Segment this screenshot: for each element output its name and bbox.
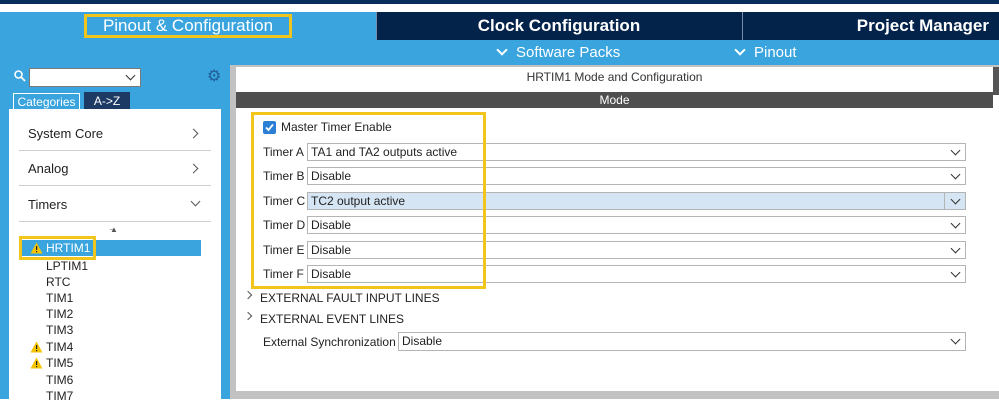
category-analog[interactable]: Analog bbox=[19, 152, 211, 186]
tab-project-label: Project Manager bbox=[856, 16, 989, 35]
main-tab-bar: Pinout & Configuration Clock Configurati… bbox=[0, 12, 999, 40]
chevron-down-icon bbox=[734, 44, 746, 56]
category-timers[interactable]: Timers bbox=[19, 188, 211, 222]
section-external-fault-input-lines[interactable]: EXTERNAL FAULT INPUT LINES bbox=[260, 291, 440, 305]
search-combo-value bbox=[30, 71, 33, 85]
timer-settings-highlight-box bbox=[251, 112, 486, 289]
chevron-down-icon bbox=[950, 218, 961, 229]
list-item-rtc[interactable]: RTC bbox=[46, 274, 70, 290]
chevron-down-icon bbox=[950, 169, 961, 180]
tab-a-to-z[interactable]: A->Z bbox=[84, 92, 130, 109]
chevron-down-icon bbox=[950, 145, 961, 156]
list-item-tim3[interactable]: TIM3 bbox=[46, 322, 73, 338]
tab-pinout-configuration[interactable]: Pinout & Configuration bbox=[0, 12, 376, 40]
list-item-lptim1[interactable]: LPTIM1 bbox=[46, 258, 88, 274]
tab-pinout-highlight: Pinout & Configuration bbox=[83, 14, 293, 38]
chevron-down-icon bbox=[950, 267, 961, 278]
hrtim1-highlight-box bbox=[19, 236, 96, 260]
pinout-menu-label: Pinout bbox=[754, 44, 797, 61]
mode-header: Mode bbox=[236, 92, 993, 108]
chevron-down-icon bbox=[950, 194, 961, 205]
sort-up-icon[interactable]: ▲ ‾ bbox=[110, 226, 118, 238]
chevron-right-icon bbox=[188, 128, 199, 139]
external-sync-label: External Synchronization bbox=[263, 335, 396, 349]
list-item-tim4[interactable]: TIM4 bbox=[46, 339, 73, 355]
list-item-tim6[interactable]: TIM6 bbox=[46, 372, 73, 388]
list-item-tim7[interactable]: TIM7 bbox=[46, 388, 73, 404]
category-label: System Core bbox=[28, 126, 104, 141]
section-external-event-lines[interactable]: EXTERNAL EVENT LINES bbox=[260, 312, 404, 326]
list-item-tim5[interactable]: TIM5 bbox=[46, 355, 73, 371]
tab-pinout-label: Pinout & Configuration bbox=[102, 16, 274, 35]
search-combo[interactable] bbox=[29, 68, 141, 87]
chevron-down-icon bbox=[190, 196, 201, 207]
category-system-core[interactable]: System Core bbox=[19, 117, 211, 151]
left-scrollbar[interactable] bbox=[221, 109, 230, 399]
list-item-tim2[interactable]: TIM2 bbox=[46, 306, 73, 322]
search-icon[interactable] bbox=[14, 70, 26, 82]
sub-toolbar: Software Packs Pinout bbox=[0, 40, 999, 65]
chevron-down-icon bbox=[496, 44, 508, 56]
category-label: Timers bbox=[28, 197, 68, 212]
right-scrollbar-thumb[interactable] bbox=[993, 67, 999, 95]
external-sync-value: Disable bbox=[402, 334, 443, 348]
chevron-down-icon bbox=[125, 70, 136, 81]
gear-icon[interactable]: ⚙ bbox=[207, 69, 223, 85]
pinout-menu[interactable]: Pinout bbox=[734, 40, 797, 65]
top-strip bbox=[0, 0, 999, 12]
warning-icon bbox=[30, 357, 43, 369]
list-item-tim1[interactable]: TIM1 bbox=[46, 290, 73, 306]
software-packs-label: Software Packs bbox=[516, 44, 621, 61]
tab-clock-configuration[interactable]: Clock Configuration bbox=[376, 12, 742, 40]
tab-project-manager[interactable]: Project Manager bbox=[743, 12, 999, 40]
warning-icon bbox=[30, 341, 43, 353]
software-packs-menu[interactable]: Software Packs bbox=[496, 40, 621, 65]
external-sync-select[interactable]: Disable bbox=[398, 332, 966, 351]
tab-categories[interactable]: Categories bbox=[13, 93, 80, 109]
panel-title: HRTIM1 Mode and Configuration bbox=[526, 70, 703, 84]
chevron-down-icon bbox=[950, 334, 961, 345]
chevron-right-icon bbox=[188, 163, 199, 174]
right-scrollbar[interactable] bbox=[993, 67, 999, 391]
category-label: Analog bbox=[28, 161, 69, 176]
combo-separator bbox=[944, 193, 945, 209]
tab-clock-label: Clock Configuration bbox=[477, 16, 641, 35]
chevron-down-icon bbox=[950, 243, 961, 254]
